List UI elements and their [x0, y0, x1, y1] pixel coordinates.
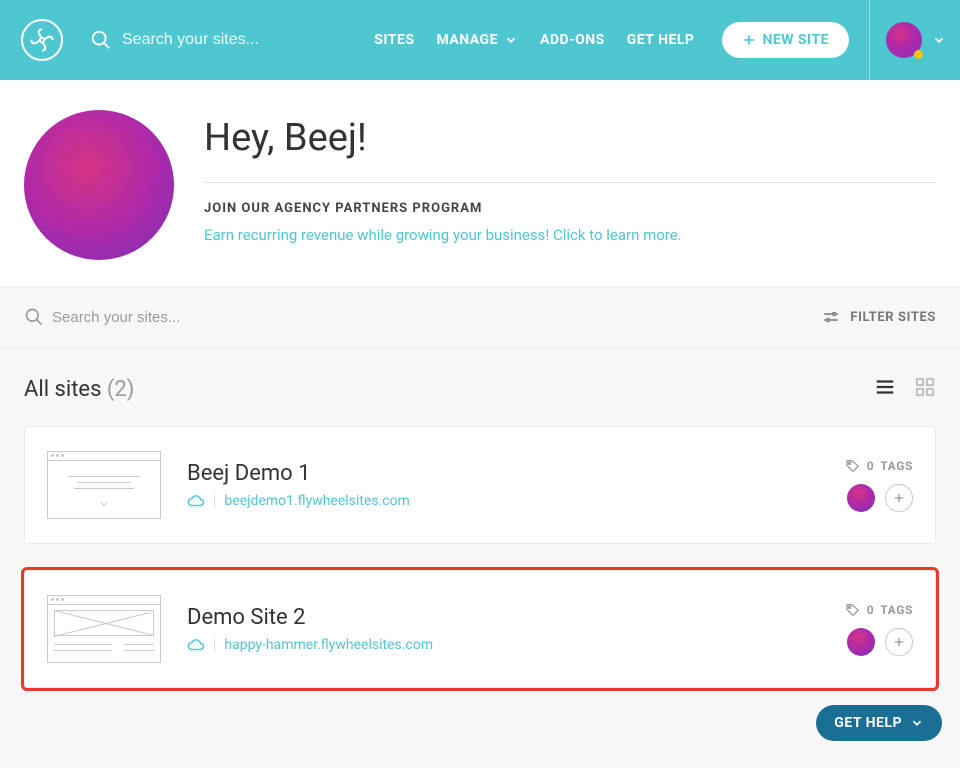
filter-bar: FILTER SITES — [0, 286, 960, 348]
site-card[interactable]: Demo Site 2 | happy-hammer.flywheelsites… — [24, 570, 936, 688]
site-card[interactable]: Beej Demo 1 | beejdemo1.flywheelsites.co… — [24, 426, 936, 544]
view-toggle — [874, 376, 936, 402]
chevron-down-icon — [910, 716, 924, 730]
site-name: Demo Site 2 — [187, 605, 819, 630]
grid-icon — [914, 376, 936, 398]
tags-count: 0 — [867, 459, 875, 473]
sites-count: (2) — [107, 377, 135, 402]
dashboard-hero: Hey, Beej! JOIN OUR AGENCY PARTNERS PROG… — [0, 80, 960, 286]
hero-text: Hey, Beej! JOIN OUR AGENCY PARTNERS PROG… — [204, 110, 936, 260]
nav-get-help[interactable]: GET HELP — [627, 32, 695, 48]
greeting-title: Hey, Beej! — [204, 116, 936, 160]
tags-row[interactable]: 0 TAGS — [845, 602, 913, 618]
logo[interactable] — [14, 19, 70, 61]
site-url-row: | beejdemo1.flywheelsites.com — [187, 492, 819, 510]
tag-icon — [845, 458, 861, 474]
chevron-down-icon — [504, 33, 518, 47]
plus-icon — [892, 491, 906, 505]
cloud-icon — [187, 636, 205, 654]
nav-sites[interactable]: SITES — [374, 32, 414, 48]
avatar — [886, 22, 922, 58]
list-icon — [874, 376, 896, 398]
nav-divider — [869, 0, 870, 80]
nav-search-input[interactable] — [112, 25, 332, 55]
get-help-label: GET HELP — [834, 715, 902, 731]
chevron-down-icon — [98, 498, 110, 510]
new-site-label: NEW SITE — [762, 32, 829, 48]
sites-title: All sites (2) — [24, 377, 134, 402]
pinwheel-icon — [29, 27, 55, 53]
filter-search-input[interactable] — [52, 309, 272, 326]
site-meta: 0 TAGS — [845, 602, 913, 656]
new-site-button[interactable]: NEW SITE — [722, 22, 849, 58]
notification-badge — [914, 50, 923, 59]
nav-addons[interactable]: ADD-ONS — [540, 32, 605, 48]
sites-title-text: All sites — [24, 377, 101, 402]
filter-sites-label: FILTER SITES — [850, 310, 936, 325]
site-info: Beej Demo 1 | beejdemo1.flywheelsites.co… — [187, 461, 819, 510]
site-url-row: | happy-hammer.flywheelsites.com — [187, 636, 819, 654]
site-url[interactable]: beejdemo1.flywheelsites.com — [224, 493, 409, 509]
site-url[interactable]: happy-hammer.flywheelsites.com — [224, 637, 433, 653]
owner-avatar[interactable] — [847, 484, 875, 512]
tags-row[interactable]: 0 TAGS — [845, 458, 913, 474]
plus-icon — [742, 33, 756, 47]
grid-view-button[interactable] — [914, 376, 936, 402]
chevron-down-icon — [932, 33, 946, 47]
separator: | — [213, 637, 216, 653]
top-navigation: SITES MANAGE ADD-ONS GET HELP NEW SITE — [0, 0, 960, 80]
site-thumbnail — [47, 595, 161, 663]
nav-links: SITES MANAGE ADD-ONS GET HELP NEW SITE — [374, 22, 849, 58]
nav-manage[interactable]: MANAGE — [436, 32, 518, 48]
site-name: Beej Demo 1 — [187, 461, 819, 486]
tag-icon — [845, 602, 861, 618]
nav-search — [90, 25, 374, 55]
separator: | — [213, 493, 216, 509]
get-help-floating-button[interactable]: GET HELP — [816, 705, 942, 741]
search-icon — [90, 29, 112, 51]
tags-label: TAGS — [880, 603, 913, 617]
site-meta: 0 TAGS — [845, 458, 913, 512]
list-view-button[interactable] — [874, 376, 896, 402]
sites-header: All sites (2) — [24, 376, 936, 402]
tags-label: TAGS — [880, 459, 913, 473]
owner-row — [847, 628, 913, 656]
add-collaborator-button[interactable] — [885, 628, 913, 656]
sliders-icon — [822, 308, 840, 326]
nav-manage-label: MANAGE — [436, 32, 498, 48]
hero-divider — [204, 182, 936, 183]
filter-sites-button[interactable]: FILTER SITES — [822, 308, 936, 326]
site-thumbnail — [47, 451, 161, 519]
cloud-icon — [187, 492, 205, 510]
filter-search — [24, 307, 272, 327]
add-collaborator-button[interactable] — [885, 484, 913, 512]
program-link[interactable]: Earn recurring revenue while growing you… — [204, 226, 936, 244]
program-heading: JOIN OUR AGENCY PARTNERS PROGRAM — [204, 201, 936, 216]
search-icon — [24, 307, 44, 327]
owner-row — [847, 484, 913, 512]
tags-count: 0 — [867, 603, 875, 617]
user-avatar-large — [24, 110, 174, 260]
site-info: Demo Site 2 | happy-hammer.flywheelsites… — [187, 605, 819, 654]
owner-avatar[interactable] — [847, 628, 875, 656]
plus-icon — [892, 635, 906, 649]
sites-section: All sites (2) Beej Demo 1 | beejdemo1.fl… — [0, 348, 960, 768]
user-menu[interactable] — [886, 22, 946, 58]
